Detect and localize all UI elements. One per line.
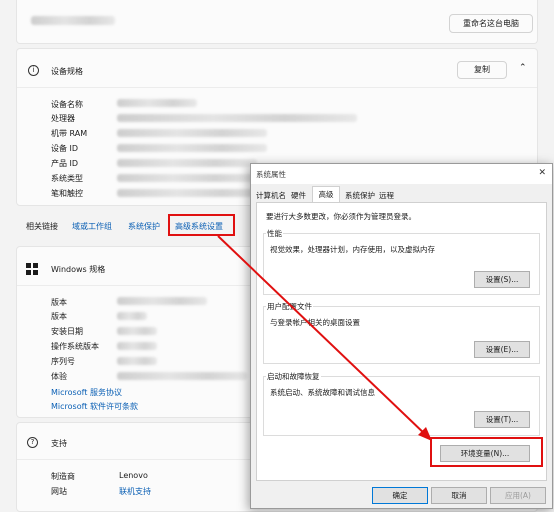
tab-remote[interactable]: 远程 [379, 190, 394, 201]
rename-pc-button[interactable]: 重命名这台电脑 [449, 14, 533, 33]
spec-label: 系统类型 [51, 174, 83, 183]
performance-desc: 视觉效果，处理器计划，内存使用，以及虚拟内存 [270, 245, 435, 254]
system-protection-link[interactable]: 系统保护 [128, 221, 160, 232]
manufacturer-value: Lenovo [119, 471, 148, 480]
device-name-blurred [31, 16, 115, 25]
header-card: 重命名这台电脑 [16, 0, 538, 44]
highlight-advanced-settings [168, 214, 235, 236]
spec-value-blurred [117, 144, 267, 152]
spec-value-blurred [117, 129, 267, 137]
apply-button[interactable]: 应用(A) [490, 487, 546, 504]
win-spec-value-blurred [117, 372, 247, 380]
spec-label: 设备名称 [51, 100, 83, 109]
spec-value-blurred [117, 189, 267, 197]
tab-hardware[interactable]: 硬件 [291, 190, 306, 201]
spec-label: 产品 ID [51, 159, 79, 168]
ms-license-terms-link[interactable]: Microsoft 软件许可条款 [51, 401, 138, 412]
ms-service-agreement-link[interactable]: Microsoft 服务协议 [51, 387, 122, 398]
win-spec-label: 序列号 [51, 357, 75, 366]
tab-advanced[interactable]: 高级 [312, 186, 340, 203]
ok-button[interactable]: 确定 [372, 487, 428, 504]
info-icon: i [28, 65, 39, 76]
copy-button[interactable]: 复制 [457, 61, 507, 79]
online-support-link[interactable]: 联机支持 [119, 486, 151, 497]
related-links-title: 相关链接 [26, 222, 58, 231]
tab-computer-name[interactable]: 计算机名 [256, 190, 286, 201]
cancel-button[interactable]: 取消 [431, 487, 487, 504]
admin-note: 要进行大多数更改，你必须作为管理员登录。 [266, 212, 416, 221]
performance-settings-button[interactable]: 设置(S)... [474, 271, 530, 288]
user-profile-title: 用户配置文件 [266, 301, 313, 312]
win-spec-value-blurred [117, 342, 157, 350]
win-spec-label: 体验 [51, 372, 67, 381]
spec-label: 笔和触控 [51, 189, 83, 198]
support-title: 支持 [51, 439, 67, 448]
tab-system-protection[interactable]: 系统保护 [345, 190, 375, 201]
user-profile-settings-button[interactable]: 设置(E)... [474, 341, 530, 358]
domain-workgroup-link[interactable]: 域或工作组 [72, 221, 112, 232]
spec-label: 设备 ID [51, 144, 79, 153]
windows-logo-icon [26, 263, 38, 275]
spec-value-blurred [117, 174, 257, 182]
win-spec-value-blurred [117, 297, 207, 305]
spec-value-blurred [117, 99, 197, 107]
startup-settings-button[interactable]: 设置(T)... [474, 411, 530, 428]
device-specs-title: 设备规格 [51, 67, 83, 76]
win-spec-label: 版本 [51, 312, 67, 321]
chevron-up-icon[interactable]: ⌃ [519, 63, 527, 73]
manufacturer-label: 制造商 [51, 472, 75, 481]
user-profile-desc: 与登录帐户相关的桌面设置 [270, 318, 360, 327]
highlight-env-variables [430, 437, 543, 467]
windows-specs-title: Windows 规格 [51, 265, 106, 274]
win-spec-label: 安装日期 [51, 327, 83, 336]
performance-title: 性能 [266, 228, 283, 239]
win-spec-value-blurred [117, 312, 147, 320]
win-spec-label: 操作系统版本 [51, 342, 99, 351]
dialog-title: 系统属性 [256, 170, 286, 179]
startup-recovery-desc: 系统启动、系统故障和调试信息 [270, 388, 375, 397]
close-icon[interactable]: ✕ [538, 168, 546, 178]
spec-label: 机带 RAM [51, 129, 88, 138]
spec-value-blurred [117, 114, 357, 122]
dialog-titlebar: 系统属性 ✕ [251, 164, 552, 184]
help-icon: ? [27, 437, 38, 448]
website-label: 网站 [51, 487, 67, 496]
startup-recovery-title: 启动和故障恢复 [266, 371, 321, 382]
spec-label: 处理器 [51, 114, 75, 123]
win-spec-value-blurred [117, 327, 157, 335]
spec-value-blurred [117, 159, 257, 167]
win-spec-label: 版本 [51, 298, 67, 307]
win-spec-value-blurred [117, 357, 157, 365]
